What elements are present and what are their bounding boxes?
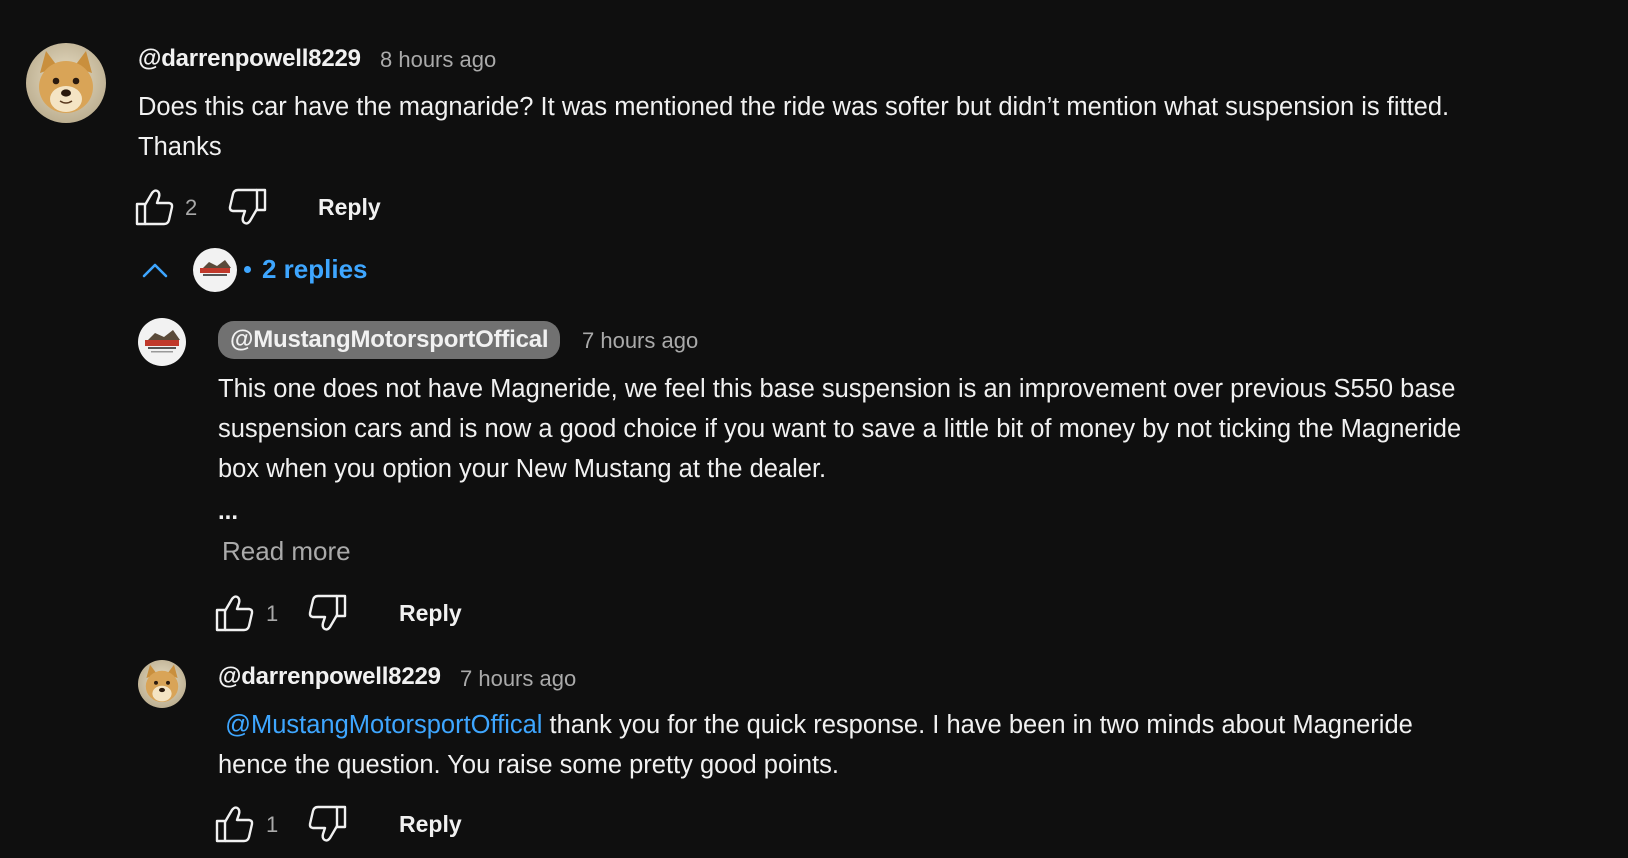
reply-text-line: hence the question. You raise some prett… bbox=[218, 751, 839, 779]
reply-button[interactable]: Reply bbox=[399, 600, 462, 627]
like-icon[interactable] bbox=[134, 187, 174, 227]
like-icon[interactable] bbox=[214, 804, 254, 844]
reply-text-segment: thank you for the quick response. I have… bbox=[542, 711, 1413, 739]
like-count: 1 bbox=[266, 812, 279, 837]
reply-timestamp[interactable]: 7 hours ago bbox=[460, 666, 576, 692]
mention-link[interactable]: @MustangMotorsportOffical bbox=[225, 711, 542, 739]
truncation-ellipsis: ... bbox=[218, 498, 239, 525]
comments-section: @darrenpowell8229 8 hours ago Does this … bbox=[0, 0, 1628, 858]
reply-text-line: suspension cars and is now a good choice… bbox=[218, 415, 1462, 443]
reply-timestamp[interactable]: 7 hours ago bbox=[582, 328, 698, 354]
comment-text: Does this car have the magnaride? It was… bbox=[138, 87, 1449, 167]
like-count: 2 bbox=[185, 195, 198, 220]
dislike-icon[interactable] bbox=[228, 187, 268, 227]
reply-text-line: box when you option your New Mustang at … bbox=[218, 455, 827, 483]
mustang-logo-icon bbox=[193, 248, 237, 292]
reply-button[interactable]: Reply bbox=[318, 194, 381, 221]
author-chip[interactable]: @MustangMotorsportOffical bbox=[218, 321, 561, 359]
doge-dog-icon bbox=[138, 660, 186, 708]
like-count: 1 bbox=[266, 601, 279, 626]
mustang-motorsport-logo-icon bbox=[138, 318, 186, 366]
separator-dot bbox=[244, 266, 251, 273]
dislike-icon[interactable] bbox=[308, 804, 348, 844]
reply-text: @MustangMotorsportOffical thank you for … bbox=[218, 705, 1413, 785]
chevron-up-icon bbox=[142, 263, 168, 278]
reply-text: This one does not have Magneride, we fee… bbox=[218, 369, 1461, 489]
replies-toggle-button[interactable]: 2 replies bbox=[140, 246, 380, 294]
reply-author[interactable]: @darrenpowell8229 bbox=[218, 663, 441, 691]
read-more-button[interactable]: Read more bbox=[222, 536, 351, 567]
reply-text-line: @MustangMotorsportOffical thank you for … bbox=[218, 705, 1413, 745]
like-icon[interactable] bbox=[214, 593, 254, 633]
comment-timestamp[interactable]: 8 hours ago bbox=[380, 47, 496, 73]
doge-avatar[interactable] bbox=[26, 43, 106, 123]
reply-button[interactable]: Reply bbox=[399, 811, 462, 838]
replies-count-label: 2 replies bbox=[262, 254, 368, 284]
reply-text-line: This one does not have Magneride, we fee… bbox=[218, 375, 1456, 403]
doge-avatar[interactable] bbox=[138, 660, 186, 708]
comment-text-line: Thanks bbox=[138, 133, 222, 161]
comment-text-line: Does this car have the magnaride? It was… bbox=[138, 93, 1450, 121]
mustang-motorsport-avatar[interactable] bbox=[138, 318, 186, 366]
dislike-icon[interactable] bbox=[308, 593, 348, 633]
comment-author[interactable]: @darrenpowell8229 bbox=[138, 45, 361, 73]
doge-dog-icon bbox=[26, 43, 106, 123]
